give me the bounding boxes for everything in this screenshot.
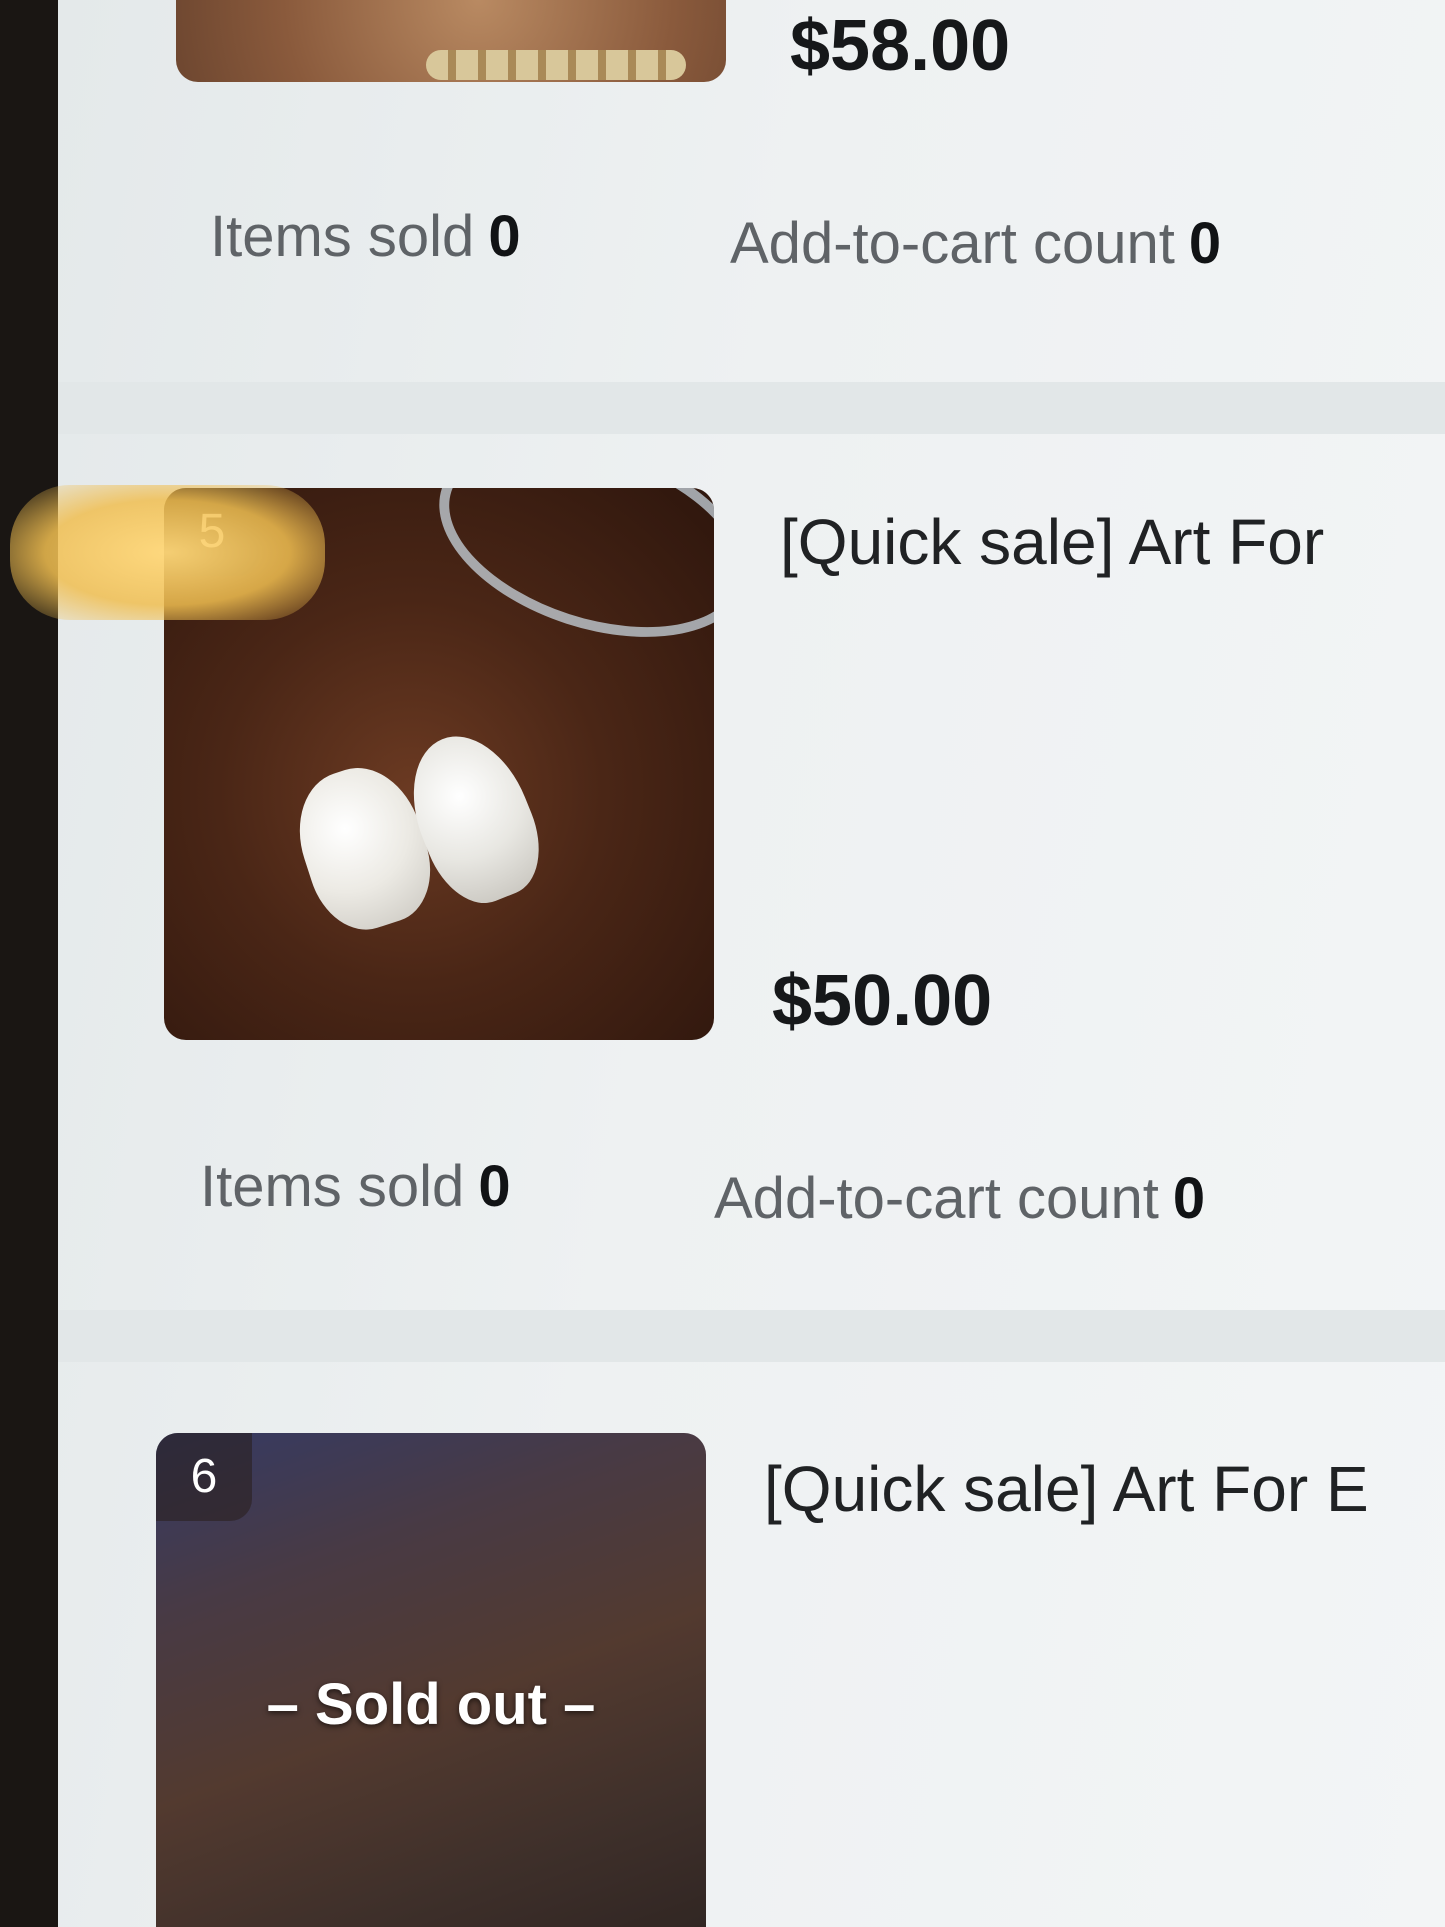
item-index-badge: 6 — [156, 1433, 252, 1521]
items-sold-stat: Items sold 0 — [210, 203, 521, 270]
product-row-4[interactable]: $58.00 Items sold 0 Add-to-cart count 0 — [58, 0, 1445, 330]
product-row-6[interactable]: 6 – Sold out – [Quick sale] Art For E — [58, 1430, 1445, 1927]
add-to-cart-label: Add-to-cart count — [714, 1166, 1159, 1231]
product-image[interactable] — [176, 0, 726, 82]
add-to-cart-value: 0 — [1188, 211, 1222, 276]
product-row-5[interactable]: 5 [Quick sale] Art For $50.00 Items sold… — [58, 485, 1445, 1285]
items-sold-stat: Items sold 0 — [200, 1153, 511, 1220]
product-title[interactable]: [Quick sale] Art For — [780, 505, 1324, 579]
bead-necklace-icon — [426, 50, 686, 80]
add-to-cart-label: Add-to-cart count — [730, 211, 1175, 276]
product-price: $58.00 — [790, 6, 1011, 86]
sold-out-label: – Sold out – — [266, 1672, 596, 1737]
item-index-badge: 5 — [164, 488, 260, 576]
product-image[interactable]: 6 – Sold out – — [156, 1433, 706, 1927]
add-to-cart-stat: Add-to-cart count 0 — [714, 1165, 1205, 1232]
row-divider — [58, 1310, 1445, 1362]
items-sold-label: Items sold — [200, 1154, 465, 1219]
product-title[interactable]: [Quick sale] Art For E — [764, 1452, 1369, 1526]
product-list-screen: $58.00 Items sold 0 Add-to-cart count 0 5 … — [58, 0, 1445, 1927]
row-divider — [58, 382, 1445, 434]
product-price: $50.00 — [772, 961, 993, 1041]
plastic-bag-shape — [414, 488, 714, 674]
product-image[interactable]: 5 — [164, 488, 714, 1040]
add-to-cart-stat: Add-to-cart count 0 — [730, 210, 1221, 277]
items-sold-value: 0 — [488, 204, 521, 269]
items-sold-label: Items sold — [210, 204, 475, 269]
items-sold-value: 0 — [478, 1154, 511, 1219]
add-to-cart-value: 0 — [1172, 1166, 1206, 1231]
